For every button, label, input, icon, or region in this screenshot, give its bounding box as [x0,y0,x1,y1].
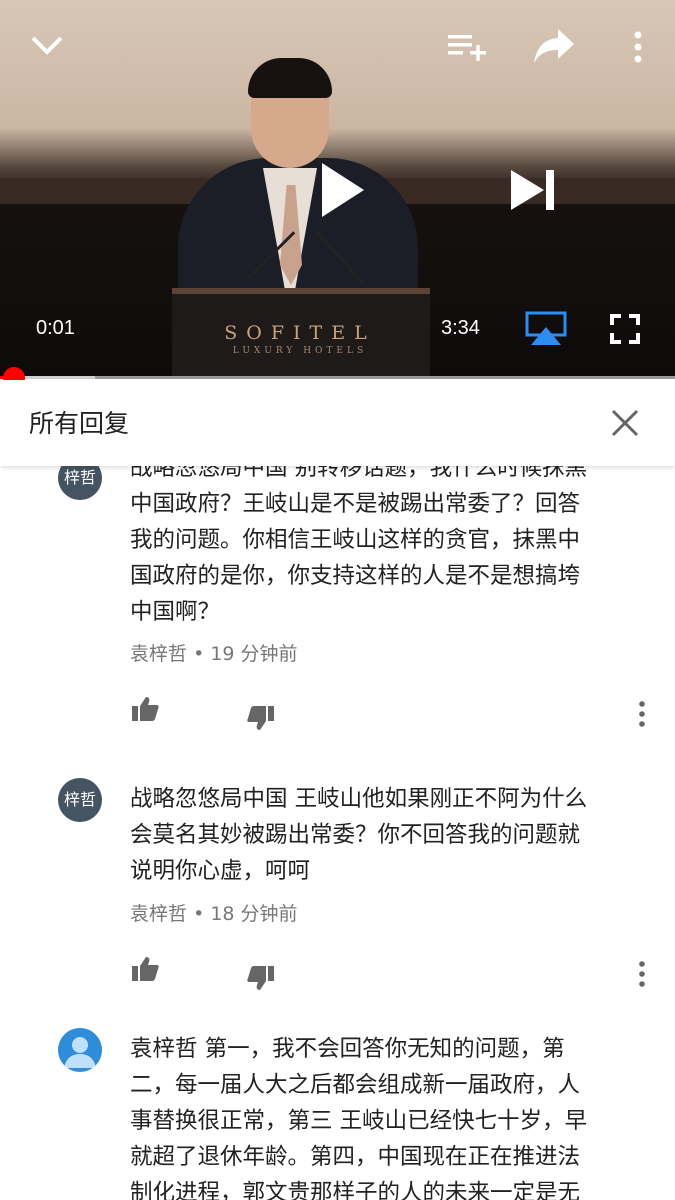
progress-track[interactable] [0,376,675,379]
more-vert-icon[interactable] [636,961,648,987]
comment-author[interactable]: 袁梓哲 [130,643,187,665]
comment-line: 中国啊？ [130,599,221,625]
comment-line: 国政府的是你，你支持这样的人是不是想搞垮 [130,563,581,589]
podium-logo: SOFITEL [224,322,376,344]
comment-meta: 袁梓哲 • 19 分钟前 [130,639,298,666]
comment-line: 战略忽悠局中国 王岐山他如果刚正不阿为什么 [130,786,588,812]
comment-line: 制化进程，郭文贵那样子的人的未来一定是无 [130,1180,581,1200]
thumbs-up-icon[interactable] [130,955,160,983]
airplay-icon[interactable] [525,311,567,347]
comment-line: 事替换很正常，第三 王岐山已经快七十岁，早 [130,1108,588,1134]
more-vert-icon[interactable] [630,30,646,64]
share-icon[interactable] [532,27,576,65]
comment-line: 就超了退休年龄。第四，中国现在正在推进法 [130,1144,581,1170]
add-to-playlist-icon[interactable] [446,32,488,62]
close-icon[interactable] [610,408,640,438]
comment-time: 18 分钟前 [210,903,298,925]
comments-list: 梓哲 战略忽悠局中国 别转移话题，我什么时候抹黑 中国政府？王岐山是不是被踢出常… [0,466,675,1200]
skip-next-icon[interactable] [508,167,558,213]
duration: 3:34 [441,317,480,339]
comment-line: 战略忽悠局中国 别转移话题，我什么时候抹黑 [130,466,588,481]
replies-title: 所有回复 [29,409,130,438]
chevron-down-icon[interactable] [28,30,66,60]
current-time: 0:01 [36,317,75,339]
replies-header: 所有回复 [0,380,675,466]
comment-author[interactable]: 袁梓哲 [130,903,187,925]
avatar[interactable]: 梓哲 [58,778,102,822]
user-avatar-icon[interactable] [58,1028,102,1072]
avatar[interactable]: 梓哲 [58,466,102,500]
comment-line: 二，每一届人大之后都会组成新一届政府，人 [130,1072,581,1098]
meta-separator: • [193,903,205,925]
comment-line: 说明你心虚，呵呵 [130,858,311,884]
more-vert-icon[interactable] [636,701,648,727]
podium-logo-subtext: LUXURY HOTELS [232,346,368,356]
comment-time: 19 分钟前 [210,643,298,665]
speaker-hair [248,58,332,98]
video-player[interactable]: SOFITEL LUXURY HOTELS 0:01 3:34 [0,0,675,377]
comment-text: 袁梓哲 第一，我不会回答你无知的问题，第 二，每一届人大之后都会组成新一届政府，… [130,1031,645,1200]
meta-separator: • [193,643,205,665]
comment-line: 会莫名其妙被踢出常委？你不回答我的问题就 [130,822,581,848]
comment-text: 战略忽悠局中国 别转移话题，我什么时候抹黑 中国政府？王岐山是不是被踢出常委了？… [130,466,645,630]
comment-line: 中国政府？王岐山是不是被踢出常委了？回答 [130,491,581,517]
thumbs-down-icon[interactable] [246,964,276,992]
comment-line: 我的问题。你相信王岐山这样的贪官，抹黑中 [130,527,581,553]
comment-meta: 袁梓哲 • 18 分钟前 [130,899,298,926]
thumbs-down-icon[interactable] [246,704,276,732]
comment-line: 袁梓哲 第一，我不会回答你无知的问题，第 [130,1036,565,1062]
play-icon[interactable] [318,160,368,220]
comment-text: 战略忽悠局中国 王岐山他如果刚正不阿为什么 会莫名其妙被踢出常委？你不回答我的问… [130,781,645,889]
thumbs-up-icon[interactable] [130,695,160,723]
fullscreen-icon[interactable] [610,314,640,344]
